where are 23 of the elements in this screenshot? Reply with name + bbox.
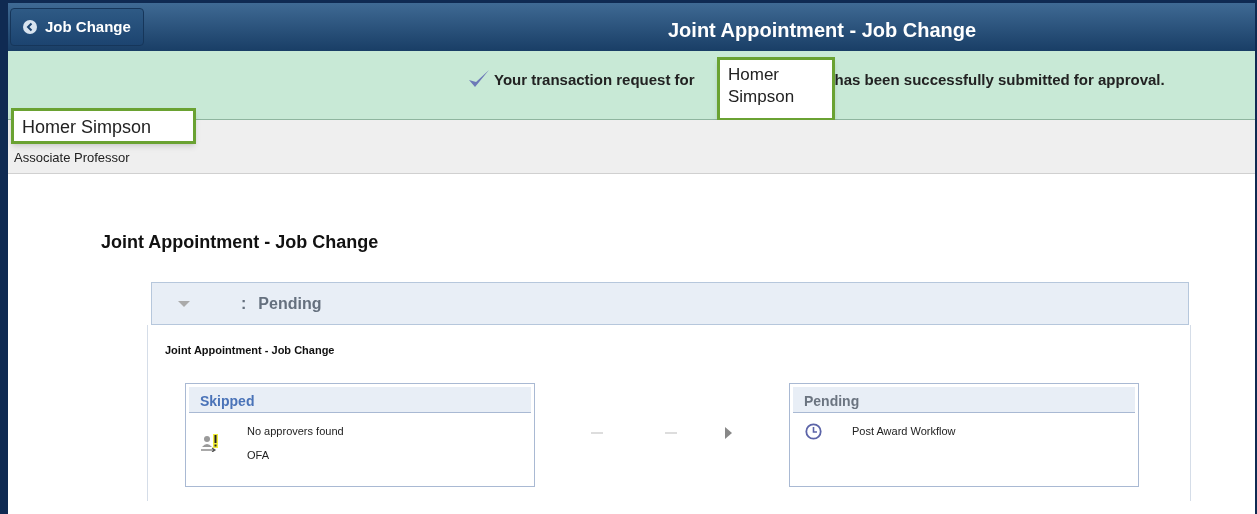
name-callout: Homer Simpson xyxy=(717,57,835,121)
connector-arrow-icon xyxy=(591,426,733,439)
approval-header[interactable]: : Pending xyxy=(151,282,1189,325)
process-name: Joint Appointment - Job Change xyxy=(165,343,336,358)
checkmark-icon xyxy=(468,69,490,89)
separator-colon: : xyxy=(241,293,247,314)
job-title: Associate Professor xyxy=(14,149,130,167)
success-message: has been successfully submitted for approval. xyxy=(834,70,1165,90)
back-button[interactable]: Job Change xyxy=(10,8,144,46)
approval-status: Pending xyxy=(258,293,322,314)
clock-icon xyxy=(805,422,822,440)
step-detail: Post Award Workflow xyxy=(852,423,956,439)
person-warning-icon xyxy=(201,434,219,452)
step-detail: OFA xyxy=(247,448,270,463)
employee-name: Homer Simpson xyxy=(11,108,196,144)
collapse-icon[interactable] xyxy=(177,299,191,308)
step-status: Skipped xyxy=(189,386,531,413)
back-icon xyxy=(23,20,37,34)
step-status: Pending xyxy=(793,386,1135,413)
step-detail: No approvers found xyxy=(247,423,344,439)
success-message: Your transaction request for xyxy=(494,70,695,90)
page-header-title: Joint Appointment - Job Change xyxy=(668,18,977,43)
section-title: Joint Appointment - Job Change xyxy=(101,231,380,254)
